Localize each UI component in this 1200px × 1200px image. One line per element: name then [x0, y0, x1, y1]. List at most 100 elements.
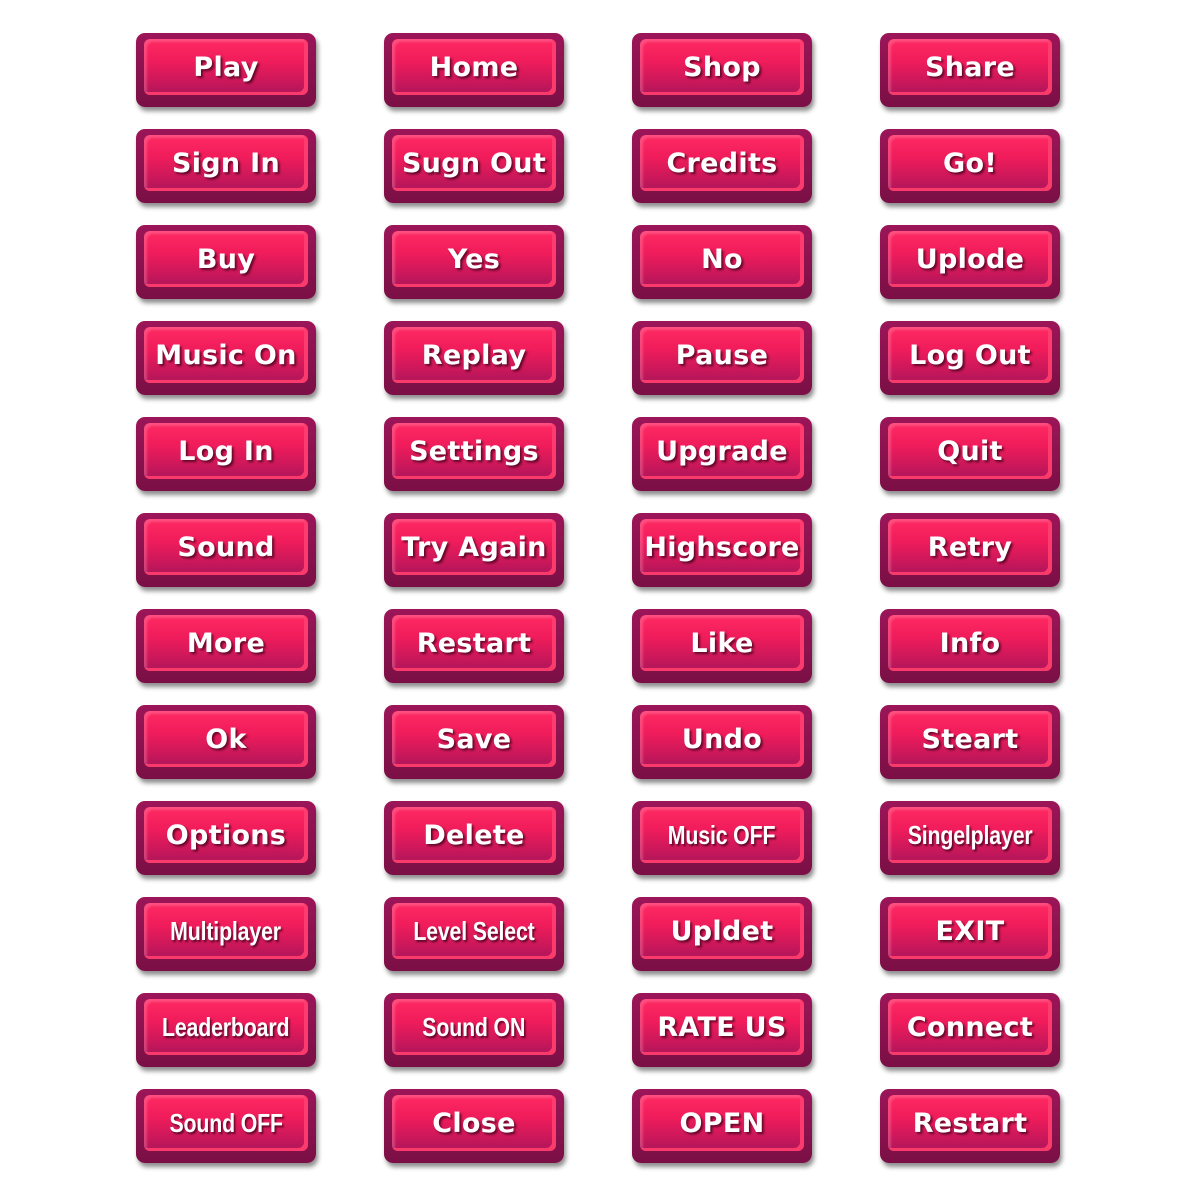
home-button[interactable]: Home: [384, 33, 564, 107]
button-label: Go!: [943, 147, 997, 179]
level-select-button[interactable]: Level Select: [384, 897, 564, 971]
button-label: Buy: [196, 243, 256, 275]
button-face: Steart: [888, 711, 1052, 767]
music-off-button[interactable]: Music OFF: [632, 801, 812, 875]
shop-button[interactable]: Shop: [632, 33, 812, 107]
log-out-button[interactable]: Log Out: [880, 321, 1060, 395]
ok-button[interactable]: Ok: [136, 705, 316, 779]
info-button[interactable]: Info: [880, 609, 1060, 683]
sound-button[interactable]: Sound: [136, 513, 316, 587]
button-label: Level Select: [413, 915, 535, 946]
button-label: Uplode: [915, 243, 1025, 275]
singleplayer-button[interactable]: Singelplayer: [880, 801, 1060, 875]
replay-button[interactable]: Replay: [384, 321, 564, 395]
highscore-button[interactable]: Highscore: [632, 513, 812, 587]
button-face: Uplode: [888, 231, 1052, 287]
retry-button[interactable]: Retry: [880, 513, 1060, 587]
button-label: More: [186, 627, 266, 659]
pause-button[interactable]: Pause: [632, 321, 812, 395]
button-face: Music On: [144, 327, 308, 383]
button-label: Music OFF: [668, 819, 776, 850]
button-label: Restart: [416, 627, 532, 659]
button-label: Singelplayer: [907, 819, 1033, 850]
button-face: Log Out: [888, 327, 1052, 383]
button-label: Pause: [675, 339, 769, 371]
delete-button[interactable]: Delete: [384, 801, 564, 875]
button-face: Info: [888, 615, 1052, 671]
button-label: EXIT: [935, 915, 1005, 947]
close-button[interactable]: Close: [384, 1089, 564, 1163]
button-face: Quit: [888, 423, 1052, 479]
button-face: Share: [888, 39, 1052, 95]
button-face: Sound OFF: [144, 1095, 308, 1151]
button-face: Save: [392, 711, 556, 767]
options-button[interactable]: Options: [136, 801, 316, 875]
button-label: Leaderboard: [162, 1011, 290, 1042]
update-button[interactable]: Upldet: [632, 897, 812, 971]
button-face: Leaderboard: [144, 999, 308, 1055]
save-button[interactable]: Save: [384, 705, 564, 779]
settings-button[interactable]: Settings: [384, 417, 564, 491]
button-label: Steart: [921, 723, 1019, 755]
leaderboard-button[interactable]: Leaderboard: [136, 993, 316, 1067]
button-face: Delete: [392, 807, 556, 863]
open-button[interactable]: OPEN: [632, 1089, 812, 1163]
buy-button[interactable]: Buy: [136, 225, 316, 299]
button-face: Level Select: [392, 903, 556, 959]
sound-off-button[interactable]: Sound OFF: [136, 1089, 316, 1163]
button-label: Share: [924, 51, 1015, 83]
button-face: Music OFF: [640, 807, 804, 863]
button-face: Go!: [888, 135, 1052, 191]
sign-out-button[interactable]: Sugn Out: [384, 129, 564, 203]
undo-button[interactable]: Undo: [632, 705, 812, 779]
go-button[interactable]: Go!: [880, 129, 1060, 203]
button-face: Sugn Out: [392, 135, 556, 191]
upload-button[interactable]: Uplode: [880, 225, 1060, 299]
share-button[interactable]: Share: [880, 33, 1060, 107]
button-face: Pause: [640, 327, 804, 383]
button-face: Undo: [640, 711, 804, 767]
credits-button[interactable]: Credits: [632, 129, 812, 203]
button-label: Upldet: [670, 915, 774, 947]
button-face: OPEN: [640, 1095, 804, 1151]
button-label: Like: [690, 627, 754, 659]
button-face: More: [144, 615, 308, 671]
log-in-button[interactable]: Log In: [136, 417, 316, 491]
more-button[interactable]: More: [136, 609, 316, 683]
music-on-button[interactable]: Music On: [136, 321, 316, 395]
button-label: Retry: [927, 531, 1013, 563]
exit-button[interactable]: EXIT: [880, 897, 1060, 971]
button-face: Credits: [640, 135, 804, 191]
restart-button-2[interactable]: Restart: [880, 1089, 1060, 1163]
multiplayer-button[interactable]: Multiplayer: [136, 897, 316, 971]
quit-button[interactable]: Quit: [880, 417, 1060, 491]
sound-on-button[interactable]: Sound ON: [384, 993, 564, 1067]
button-label: Quit: [937, 435, 1003, 467]
button-face: No: [640, 231, 804, 287]
button-label: Save: [436, 723, 512, 755]
button-label: Highscore: [644, 531, 800, 563]
button-label: Log In: [178, 435, 274, 467]
sign-in-button[interactable]: Sign In: [136, 129, 316, 203]
button-grid: Play Home Shop Share Sign In Sugn Out Cr…: [136, 33, 1060, 1163]
no-button[interactable]: No: [632, 225, 812, 299]
button-face: Log In: [144, 423, 308, 479]
restart-button[interactable]: Restart: [384, 609, 564, 683]
button-face: Connect: [888, 999, 1052, 1055]
button-label: Delete: [423, 819, 525, 851]
button-face: Shop: [640, 39, 804, 95]
connect-button[interactable]: Connect: [880, 993, 1060, 1067]
button-label: Connect: [906, 1011, 1034, 1043]
yes-button[interactable]: Yes: [384, 225, 564, 299]
button-label: Credits: [666, 147, 778, 179]
like-button[interactable]: Like: [632, 609, 812, 683]
rate-us-button[interactable]: RATE US: [632, 993, 812, 1067]
try-again-button[interactable]: Try Again: [384, 513, 564, 587]
play-button[interactable]: Play: [136, 33, 316, 107]
button-label: Upgrade: [656, 435, 788, 467]
button-face: Home: [392, 39, 556, 95]
button-label: Play: [193, 51, 259, 83]
upgrade-button[interactable]: Upgrade: [632, 417, 812, 491]
start-button[interactable]: Steart: [880, 705, 1060, 779]
button-label: Replay: [421, 339, 527, 371]
